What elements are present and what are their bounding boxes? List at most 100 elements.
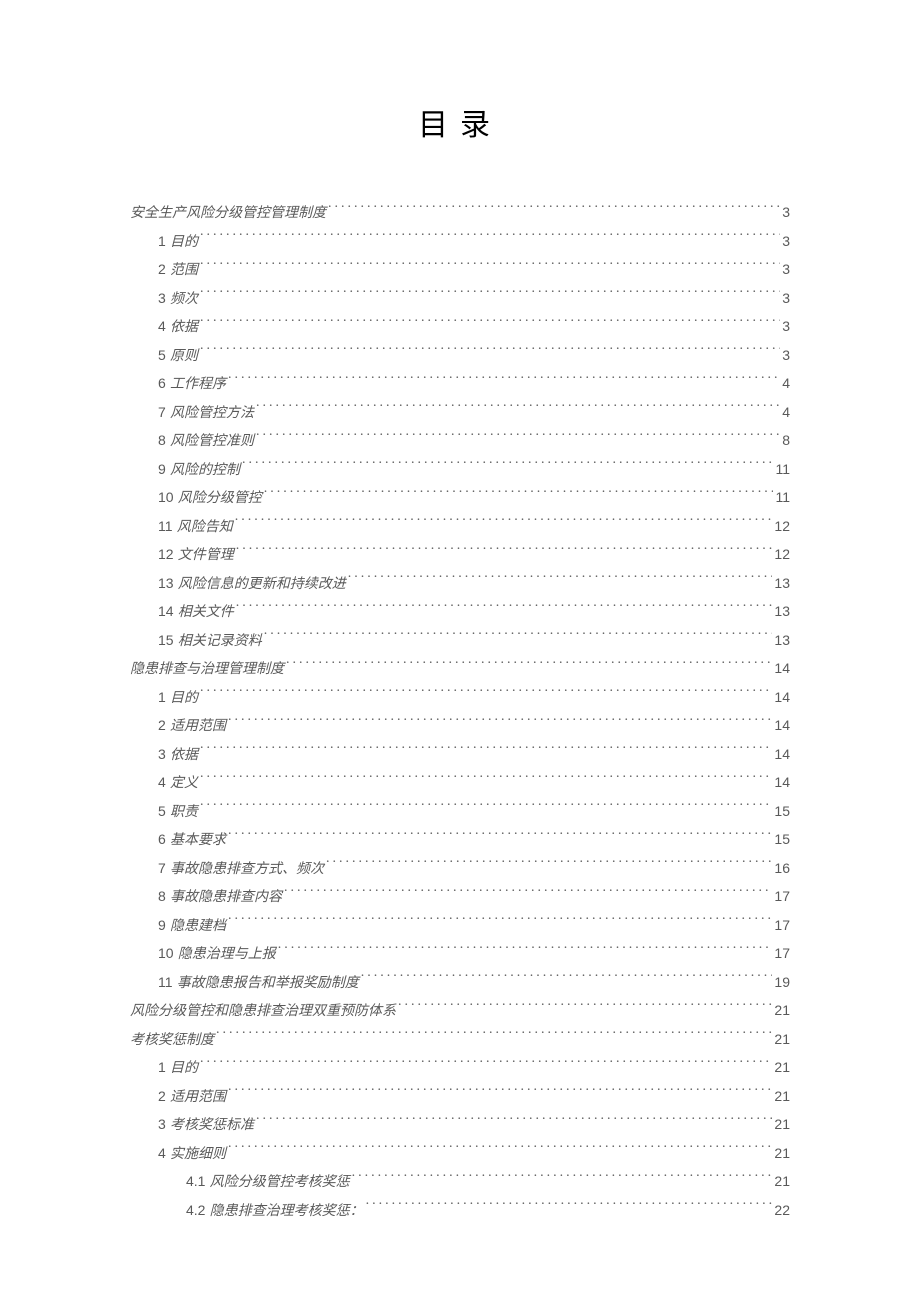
toc-entry-page: 3 <box>782 285 790 312</box>
toc-entry-label: 9风险的控制 <box>158 456 240 485</box>
toc-entry-number: 8 <box>158 432 166 448</box>
toc-entry-text: 风险分级管控考核奖惩 <box>210 1175 350 1190</box>
toc-entry[interactable]: 3考核奖惩标准21 <box>130 1111 790 1140</box>
toc-entry-text: 实施细则 <box>170 1147 226 1162</box>
toc-entry[interactable]: 11事故隐患报告和举报奖励制度 19 <box>130 969 790 998</box>
toc-entry[interactable]: 1目的21 <box>130 1054 790 1083</box>
toc-dot-leader <box>264 488 774 502</box>
toc-entry[interactable]: 2适用范围 14 <box>130 712 790 741</box>
toc-entry[interactable]: 8风险管控准则8 <box>130 427 790 456</box>
toc-entry[interactable]: 4定义14 <box>130 769 790 798</box>
toc-entry-text: 风险的控制 <box>170 463 240 478</box>
toc-entry-label: 8风险管控准则 <box>158 427 254 456</box>
toc-entry-text: 隐患建档 <box>170 919 226 934</box>
toc-entry-page: 3 <box>782 228 790 255</box>
toc-entry[interactable]: 2适用范围21 <box>130 1083 790 1112</box>
toc-entry[interactable]: 7 事故隐患排查方式、频次 16 <box>130 855 790 884</box>
toc-dot-leader <box>236 545 773 559</box>
toc-entry[interactable]: 4实施细则21 <box>130 1140 790 1169</box>
toc-entry[interactable]: 2范围3 <box>130 256 790 285</box>
toc-entry-number: 4.2 <box>186 1202 205 1218</box>
toc-entry-page: 13 <box>774 598 790 625</box>
toc-entry-number: 7 <box>158 404 166 420</box>
toc-entry-number: 7 <box>158 860 166 876</box>
toc-dot-leader <box>200 802 772 816</box>
toc-entry-page: 19 <box>774 969 790 996</box>
toc-dot-leader <box>278 944 773 958</box>
toc-dot-leader <box>256 431 780 445</box>
toc-entry-page: 13 <box>774 570 790 597</box>
toc-entry-number: 13 <box>158 575 174 591</box>
toc-entry-text: 基本要求 <box>170 833 226 848</box>
toc-entry-page: 14 <box>774 712 790 739</box>
page-title: 目录 <box>130 100 790 144</box>
toc-entry-label: 2适用范围 <box>158 712 226 741</box>
toc-entry-label: 4 实施细则 <box>158 1140 226 1169</box>
toc-entry[interactable]: 9隐患建档17 <box>130 912 790 941</box>
toc-entry-number: 8 <box>158 888 166 904</box>
toc-entry-label: 安全生产风险分级管控管理制度 <box>130 201 326 228</box>
toc-entry[interactable]: 考核奖惩制度21 <box>130 1026 790 1055</box>
toc-entry[interactable]: 10风险分级管控11 <box>130 484 790 513</box>
toc-entry-number: 4 <box>158 774 166 790</box>
toc-dot-leader <box>284 887 772 901</box>
toc-entry[interactable]: 4.1风险分级管控考核奖惩21 <box>130 1168 790 1197</box>
toc-entry[interactable]: 13风险信息的更新和持续改进13 <box>130 570 790 599</box>
document-page: 目录 安全生产风险分级管控管理制度31目的32范围33频次34依据35原则36工… <box>0 0 920 1301</box>
toc-dot-leader <box>398 1001 772 1015</box>
toc-entry[interactable]: 12文件管理12 <box>130 541 790 570</box>
toc-entry-page: 21 <box>774 1083 790 1110</box>
toc-entry[interactable]: 5原则3 <box>130 342 790 371</box>
toc-dot-leader <box>200 232 780 246</box>
toc-entry[interactable]: 6基本要求15 <box>130 826 790 855</box>
toc-entry[interactable]: 10隐患治理与上报17 <box>130 940 790 969</box>
toc-entry-label: 13风险信息的更新和持续改进 <box>158 570 346 599</box>
toc-entry-text: 风险管控方法 <box>170 406 254 421</box>
toc-entry-label: 11风险告知 <box>158 513 233 542</box>
toc-entry[interactable]: 15相关记录资料13 <box>130 627 790 656</box>
toc-dot-leader <box>200 745 772 759</box>
toc-entry[interactable]: 9风险的控制11 <box>130 456 790 485</box>
toc-entry-number: 4 <box>158 318 166 334</box>
toc-entry-number: 1 <box>158 1059 166 1075</box>
toc-entry-page: 3 <box>782 199 790 226</box>
toc-entry-label: 6基本要求 <box>158 826 226 855</box>
toc-entry[interactable]: 1目的3 <box>130 228 790 257</box>
toc-entry-number: 14 <box>158 603 174 619</box>
toc-entry[interactable]: 1目的14 <box>130 684 790 713</box>
toc-entry-label: 10隐患治理与上报 <box>158 940 276 969</box>
toc-entry-number: 3 <box>158 746 166 762</box>
toc-dot-leader <box>236 602 773 616</box>
toc-entry[interactable]: 8事故隐患排查内容17 <box>130 883 790 912</box>
toc-entry-page: 15 <box>774 798 790 825</box>
toc-entry-page: 13 <box>774 627 790 654</box>
toc-entry-label: 5原则 <box>158 342 198 371</box>
toc-dot-leader <box>242 460 773 474</box>
toc-entry-label: 2范围 <box>158 256 198 285</box>
toc-entry[interactable]: 隐患排查与治理管理制度14 <box>130 655 790 684</box>
toc-entry[interactable]: 风险分级管控和隐患排查治理双重预防体系21 <box>130 997 790 1026</box>
toc-entry-page: 14 <box>774 769 790 796</box>
toc-dot-leader <box>228 916 772 930</box>
toc-entry[interactable]: 安全生产风险分级管控管理制度 3 <box>130 199 790 228</box>
toc-entry-number: 4 <box>158 1145 166 1161</box>
toc-entry-text: 隐患排查治理考核奖惩： <box>210 1204 364 1219</box>
toc-entry[interactable]: 11风险告知12 <box>130 513 790 542</box>
toc-entry[interactable]: 4依据3 <box>130 313 790 342</box>
toc-entry[interactable]: 5职责15 <box>130 798 790 827</box>
toc-entry-number: 10 <box>158 945 174 961</box>
toc-entry[interactable]: 3频次3 <box>130 285 790 314</box>
toc-entry[interactable]: 6工作程序4 <box>130 370 790 399</box>
toc-entry[interactable]: 14相关文件13 <box>130 598 790 627</box>
toc-entry[interactable]: 3依据14 <box>130 741 790 770</box>
toc-entry[interactable]: 4.2隐患排查治理考核奖惩：22 <box>130 1197 790 1226</box>
toc-entry-label: 11事故隐患报告和举报奖励制度 <box>158 969 359 998</box>
toc-entry-number: 15 <box>158 632 174 648</box>
toc-entry[interactable]: 7风险管控方法4 <box>130 399 790 428</box>
toc-entry-label: 4依据 <box>158 313 198 342</box>
toc-entry-text: 事故隐患排查方式、频次 <box>170 862 324 877</box>
toc-entry-text: 工作程序 <box>170 377 226 392</box>
toc-entry-page: 16 <box>774 855 790 882</box>
toc-dot-leader <box>228 830 772 844</box>
toc-dot-leader <box>200 260 780 274</box>
